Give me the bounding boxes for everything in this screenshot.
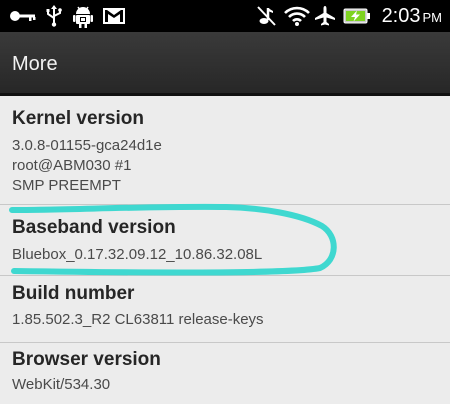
list-item-baseband-version[interactable]: Baseband version Bluebox_0.17.32.09.12_1…	[0, 205, 450, 276]
clock: 2:03 PM	[382, 0, 442, 32]
android-debug-icon	[70, 0, 96, 32]
key-icon	[8, 0, 38, 32]
gmail-icon	[100, 0, 128, 32]
list-item-title: Browser version	[12, 349, 161, 370]
action-bar: More	[0, 32, 450, 96]
clock-time: 2:03	[381, 5, 421, 27]
list-item-summary-line: 3.0.8-01155-gca24d1e	[12, 137, 162, 154]
list-item-build-number[interactable]: Build number 1.85.502.3_R2 CL63811 relea…	[0, 276, 450, 343]
wifi-icon	[283, 0, 311, 32]
list-item-title: Kernel version	[12, 108, 144, 129]
mute-icon	[254, 0, 278, 32]
list-item-browser-version[interactable]: Browser version WebKit/534.30	[0, 343, 450, 404]
list-item-summary-line: 1.85.502.3_R2 CL63811 release-keys	[12, 311, 264, 328]
list-item-summary-line: SMP PREEMPT	[12, 177, 121, 194]
status-bar: 2:03 PM	[0, 0, 450, 32]
airplane-icon	[313, 0, 337, 32]
list-item-title: Build number	[12, 283, 135, 304]
list-item-summary-line: Bluebox_0.17.32.09.12_10.86.32.08L	[12, 246, 263, 263]
action-bar-title: More	[12, 53, 58, 75]
battery-charging-icon	[342, 0, 372, 32]
usb-icon	[42, 0, 66, 32]
list-item-summary-line: WebKit/534.30	[12, 376, 111, 393]
clock-ampm: PM	[422, 10, 443, 25]
list-item-summary-line: root@ABM030 #1	[12, 157, 132, 174]
list-item-kernel-version[interactable]: Kernel version 3.0.8-01155-gca24d1e root…	[0, 96, 450, 205]
list-item-title: Baseband version	[12, 217, 176, 238]
